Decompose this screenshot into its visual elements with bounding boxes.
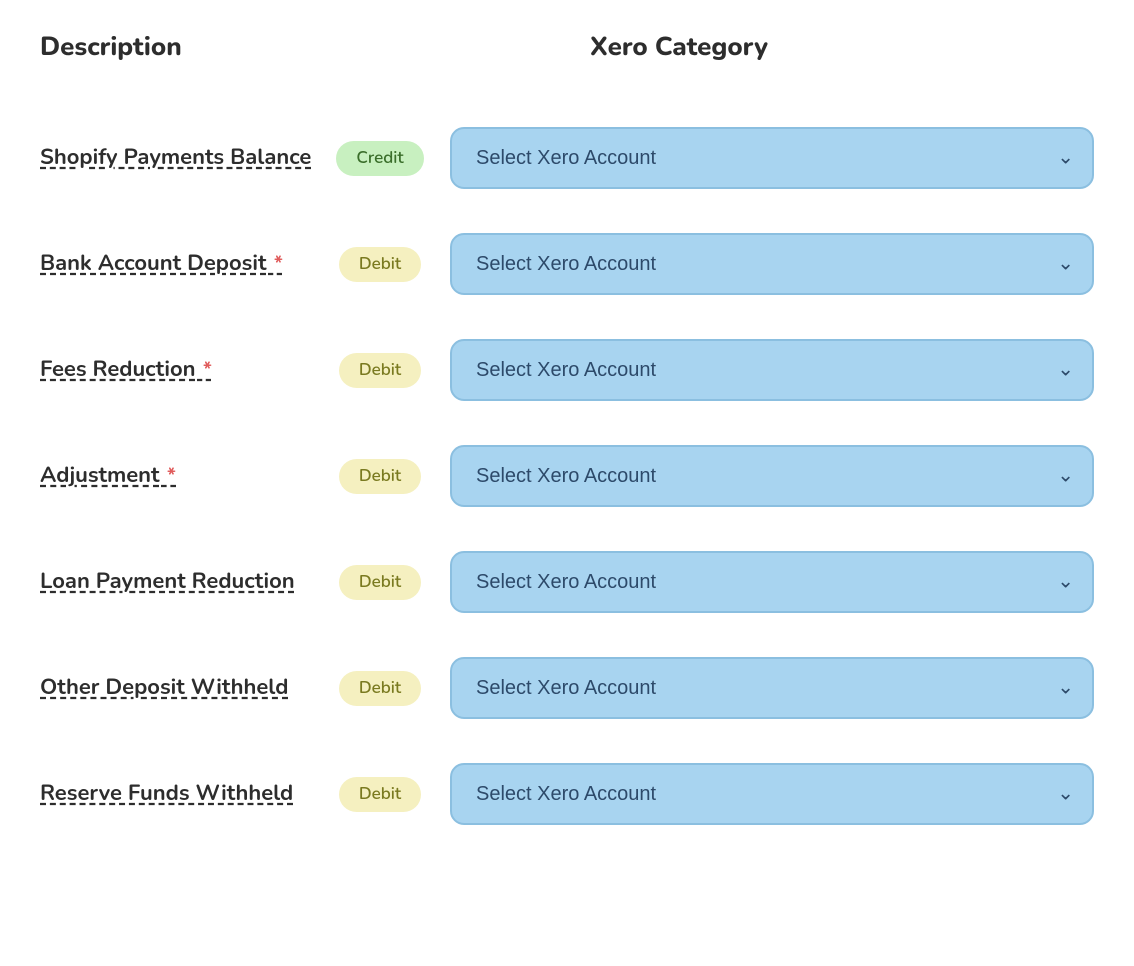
table-row: Shopify Payments Balance Credit Select Xer… xyxy=(40,105,1094,211)
table-row: Bank Account Deposit * Debit Select Xero A… xyxy=(40,211,1094,317)
required-asterisk: * xyxy=(268,251,282,278)
required-asterisk: * xyxy=(162,463,176,490)
required-asterisk: * xyxy=(198,357,212,384)
badge-col-fees-reduction: Debit xyxy=(320,353,440,388)
select-col-shopify-payments-balance: Select Xero Account⌄ xyxy=(450,127,1094,189)
table-row: Other Deposit Withheld Debit Select Xero A… xyxy=(40,635,1094,741)
badge-reserve-funds-withheld: Debit xyxy=(339,777,421,812)
xero-account-select-fees-reduction[interactable]: Select Xero Account xyxy=(450,339,1094,401)
select-col-adjustment: Select Xero Account⌄ xyxy=(450,445,1094,507)
select-wrapper-reserve-funds-withheld: Select Xero Account⌄ xyxy=(450,763,1094,825)
xero-account-select-bank-account-deposit[interactable]: Select Xero Account xyxy=(450,233,1094,295)
badge-other-deposit-withheld: Debit xyxy=(339,671,421,706)
description-bank-account-deposit: Bank Account Deposit * xyxy=(40,249,320,279)
description-fees-reduction: Fees Reduction * xyxy=(40,355,320,385)
select-col-other-deposit-withheld: Select Xero Account⌄ xyxy=(450,657,1094,719)
xero-account-select-loan-payment-reduction[interactable]: Select Xero Account xyxy=(450,551,1094,613)
badge-fees-reduction: Debit xyxy=(339,353,421,388)
badge-col-bank-account-deposit: Debit xyxy=(320,247,440,282)
xero-account-select-shopify-payments-balance[interactable]: Select Xero Account xyxy=(450,127,1094,189)
badge-col-reserve-funds-withheld: Debit xyxy=(320,777,440,812)
badge-shopify-payments-balance: Credit xyxy=(336,141,423,176)
xero-account-select-reserve-funds-withheld[interactable]: Select Xero Account xyxy=(450,763,1094,825)
select-wrapper-bank-account-deposit: Select Xero Account⌄ xyxy=(450,233,1094,295)
badge-col-loan-payment-reduction: Debit xyxy=(320,565,440,600)
select-col-loan-payment-reduction: Select Xero Account⌄ xyxy=(450,551,1094,613)
select-wrapper-adjustment: Select Xero Account⌄ xyxy=(450,445,1094,507)
badge-adjustment: Debit xyxy=(339,459,421,494)
description-other-deposit-withheld: Other Deposit Withheld xyxy=(40,673,320,703)
xero-category-column-header: Xero Category xyxy=(590,30,1094,65)
select-col-reserve-funds-withheld: Select Xero Account⌄ xyxy=(450,763,1094,825)
description-adjustment: Adjustment * xyxy=(40,461,320,491)
badge-bank-account-deposit: Debit xyxy=(339,247,421,282)
xero-account-select-other-deposit-withheld[interactable]: Select Xero Account xyxy=(450,657,1094,719)
description-shopify-payments-balance: Shopify Payments Balance xyxy=(40,143,320,173)
select-col-bank-account-deposit: Select Xero Account⌄ xyxy=(450,233,1094,295)
description-reserve-funds-withheld: Reserve Funds Withheld xyxy=(40,779,320,809)
badge-col-shopify-payments-balance: Credit xyxy=(320,141,440,176)
select-wrapper-loan-payment-reduction: Select Xero Account⌄ xyxy=(450,551,1094,613)
table-row: Loan Payment Reduction Debit Select Xero A… xyxy=(40,529,1094,635)
select-wrapper-shopify-payments-balance: Select Xero Account⌄ xyxy=(450,127,1094,189)
table-header: Description Xero Category xyxy=(40,30,1094,75)
rows-container: Shopify Payments Balance Credit Select Xer… xyxy=(40,105,1094,847)
table-row: Fees Reduction * Debit Select Xero Account… xyxy=(40,317,1094,423)
description-column-header: Description xyxy=(40,30,460,65)
badge-col-other-deposit-withheld: Debit xyxy=(320,671,440,706)
select-wrapper-other-deposit-withheld: Select Xero Account⌄ xyxy=(450,657,1094,719)
select-col-fees-reduction: Select Xero Account⌄ xyxy=(450,339,1094,401)
badge-col-adjustment: Debit xyxy=(320,459,440,494)
description-loan-payment-reduction: Loan Payment Reduction xyxy=(40,567,320,597)
xero-account-select-adjustment[interactable]: Select Xero Account xyxy=(450,445,1094,507)
select-wrapper-fees-reduction: Select Xero Account⌄ xyxy=(450,339,1094,401)
table-row: Reserve Funds Withheld Debit Select Xero A… xyxy=(40,741,1094,847)
table-row: Adjustment * Debit Select Xero Account⌄ xyxy=(40,423,1094,529)
badge-loan-payment-reduction: Debit xyxy=(339,565,421,600)
